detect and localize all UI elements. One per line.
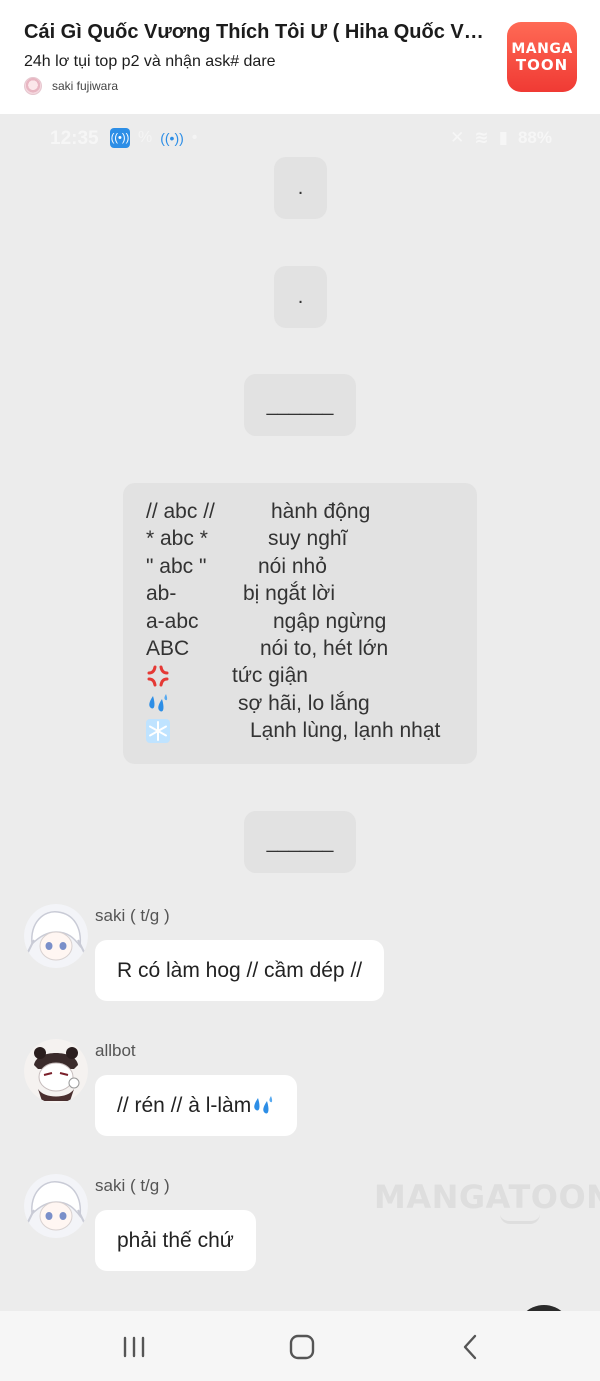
legend-key: a-abc	[146, 609, 199, 633]
message-text: // rén // à l-làm	[117, 1093, 252, 1117]
system-nav-bar	[0, 1311, 600, 1381]
battery-text: 88%	[517, 128, 552, 147]
legend-key: * abc *	[146, 527, 208, 551]
legend-row: a-abc ngập ngừng	[146, 610, 477, 637]
recent-apps-button[interactable]	[114, 1329, 154, 1365]
logo-line2: TOON	[515, 55, 569, 74]
wifi-antenna-icon: ((•))	[160, 130, 184, 146]
legend-value: Lạnh lùng, lạnh nhạt	[250, 719, 441, 743]
embedded-status-bar: 12:35 ((•)) % ((•)) • ✕ ≋ ▮ 88%	[0, 114, 600, 162]
legend-value: sợ hãi, lo lắng	[238, 691, 370, 715]
legend-value: suy nghĩ	[268, 527, 348, 551]
legend-row: ABC nói to, hét lớn	[146, 637, 477, 664]
white-hair-girl-avatar[interactable]	[24, 904, 88, 968]
legend-value: ngập ngừng	[273, 609, 387, 633]
home-button[interactable]	[282, 1329, 322, 1365]
signal-faint-icon: %	[138, 129, 153, 146]
back-chevron-icon	[463, 1334, 477, 1360]
legend-value: bị ngắt lời	[243, 582, 335, 606]
back-button[interactable]	[450, 1329, 490, 1365]
separator-bubble: .	[274, 266, 327, 328]
white-hair-girl-avatar[interactable]	[24, 1174, 88, 1238]
separator-bubble: .	[274, 157, 327, 219]
home-icon	[289, 1334, 315, 1360]
author-name: saki fujiwara	[52, 79, 119, 93]
legend-row: " abc " nói nhỏ	[146, 555, 477, 582]
mangatoon-logo[interactable]: MANGA TOON	[507, 22, 577, 92]
message-username[interactable]: saki ( t/g )	[95, 1176, 170, 1196]
legend-key: " abc "	[146, 554, 207, 578]
message-bubble[interactable]: R có làm hog // cầm dép //	[95, 940, 385, 1001]
story-title[interactable]: Cái Gì Quốc Vương Thích Tôi Ư ( Hiha Quố…	[24, 21, 489, 44]
separator-bubble: ______	[244, 374, 356, 436]
legend-row: sợ hãi, lo lắng	[146, 692, 477, 719]
sweat-drops-icon	[146, 692, 170, 722]
legend-value: nói nhỏ	[258, 554, 327, 578]
watermark-smile	[500, 1214, 540, 1224]
recent-apps-icon	[123, 1336, 145, 1358]
chapter-title: 24h lơ tụi top p2 và nhận ask# dare	[24, 53, 276, 70]
mangatoon-watermark: MANGATOON	[374, 1178, 600, 1216]
message-username[interactable]: allbot	[95, 1041, 136, 1061]
mute-icon: ✕	[450, 128, 465, 147]
legend-row: tức giận	[146, 664, 477, 691]
message-text: R có làm hog // cầm dép //	[117, 958, 363, 982]
story-header: Cái Gì Quốc Vương Thích Tôi Ư ( Hiha Quố…	[0, 0, 600, 114]
legend-value: tức giận	[232, 664, 308, 688]
status-left-icons: ((•)) % ((•)) •	[110, 128, 197, 148]
message-bubble[interactable]: // rén // à l-làm	[95, 1075, 298, 1136]
status-time: 12:35	[50, 128, 99, 149]
legend-value: nói to, hét lớn	[260, 636, 389, 660]
hotspot-icon: ((•))	[110, 128, 130, 148]
legend-row: Lạnh lùng, lạnh nhạt	[146, 719, 477, 746]
author-row[interactable]: saki fujiwara	[24, 77, 118, 95]
message-username[interactable]: saki ( t/g )	[95, 906, 170, 926]
status-right-icons: ✕ ≋ ▮ 88%	[450, 128, 552, 148]
legend-row: // abc // hành động	[146, 500, 477, 527]
message-text: phải thế chứ	[117, 1228, 234, 1252]
separator-bubble: ______	[244, 811, 356, 873]
legend-key: // abc //	[146, 500, 215, 523]
legend-row: * abc * suy nghĩ	[146, 527, 477, 554]
sweat-drops-icon	[251, 1094, 275, 1118]
legend-key: ABC	[146, 636, 190, 660]
signal-icon: ▮	[498, 128, 508, 147]
message-bubble[interactable]: phải thế chứ	[95, 1210, 256, 1271]
logo-line1: MANGA	[511, 40, 573, 57]
panda-hood-avatar[interactable]	[24, 1039, 88, 1103]
legend-key: ab-	[146, 582, 177, 606]
snowflake-icon	[146, 719, 170, 749]
notation-legend: // abc // hành động * abc * suy nghĩ " a…	[123, 483, 477, 764]
legend-value: hành động	[271, 500, 371, 523]
dot-icon: •	[191, 129, 198, 146]
legend-row: ab- bị ngắt lời	[146, 582, 477, 609]
wifi-icon: ≋	[474, 128, 489, 147]
author-avatar	[24, 77, 42, 95]
anger-icon	[146, 664, 170, 694]
